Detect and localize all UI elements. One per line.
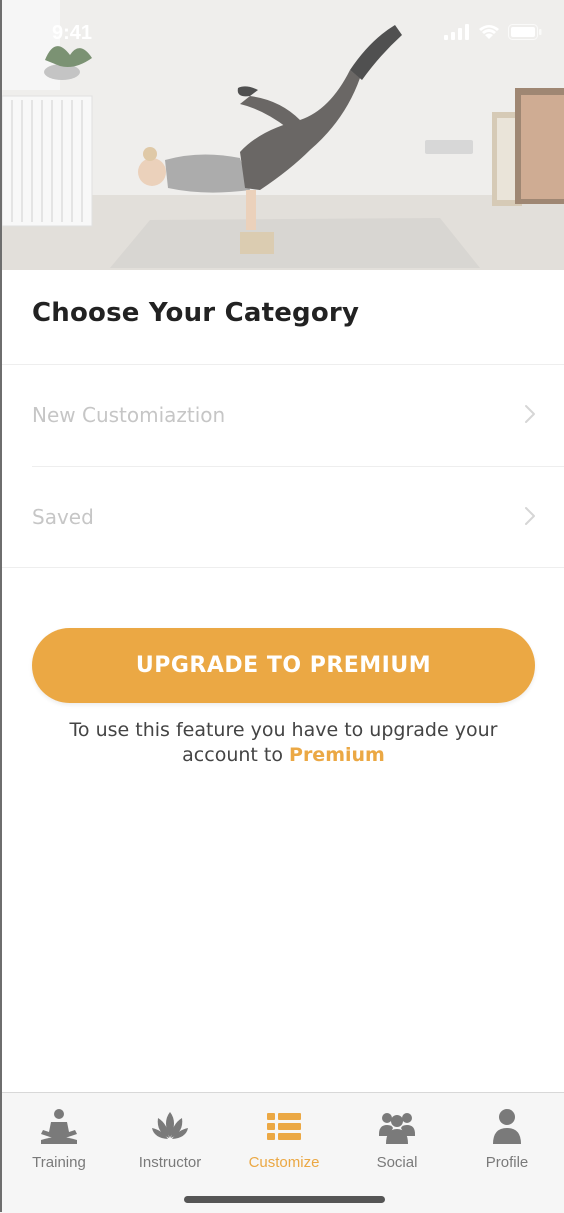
tab-customize[interactable]: Customize [234,1103,334,1173]
premium-link[interactable]: Premium [289,744,385,766]
upgrade-note-text: To use this feature you have to upgrade … [69,719,498,766]
home-indicator[interactable] [184,1196,385,1203]
category-label: Saved [32,505,94,529]
tab-training[interactable]: Training [9,1103,109,1173]
tab-bar: Training Instructor Customize Social Pro… [0,1092,564,1213]
tab-label: Profile [485,1154,529,1171]
category-label: New Customiaztion [32,403,226,427]
group-icon [379,1113,415,1144]
status-icons [444,24,542,40]
divider [32,466,564,467]
tab-label: Instructor [138,1154,202,1171]
category-new-customization[interactable]: New Customiaztion [32,366,540,466]
page-title: Choose Your Category [32,298,360,328]
upgrade-note: To use this feature you have to upgrade … [32,718,535,768]
divider [2,567,564,568]
tab-label: Customize [248,1154,320,1171]
divider [2,364,564,365]
list-icon [267,1113,301,1140]
lotus-icon [152,1112,188,1139]
tab-label: Training [32,1154,86,1171]
battery-icon [508,24,542,40]
screen-edge [0,0,2,1212]
person-icon [493,1109,521,1144]
meditation-icon [41,1109,77,1144]
customize-screen: 9:41 Choose Your Category New Customiazt… [0,0,564,1213]
tab-instructor[interactable]: Instructor [120,1103,220,1173]
wifi-icon [479,25,499,39]
status-bar: 9:41 [0,0,564,70]
tab-social[interactable]: Social [347,1103,447,1173]
hero-image: 9:41 [0,0,564,270]
upgrade-to-premium-button[interactable]: UPGRADE TO PREMIUM [32,628,535,703]
chevron-right-icon [525,507,535,525]
category-saved[interactable]: Saved [32,468,540,568]
chevron-right-icon [525,405,535,423]
signal-icon [444,24,469,40]
tab-profile[interactable]: Profile [457,1103,557,1173]
tab-label: Social [376,1154,418,1171]
status-time: 9:41 [52,22,93,44]
